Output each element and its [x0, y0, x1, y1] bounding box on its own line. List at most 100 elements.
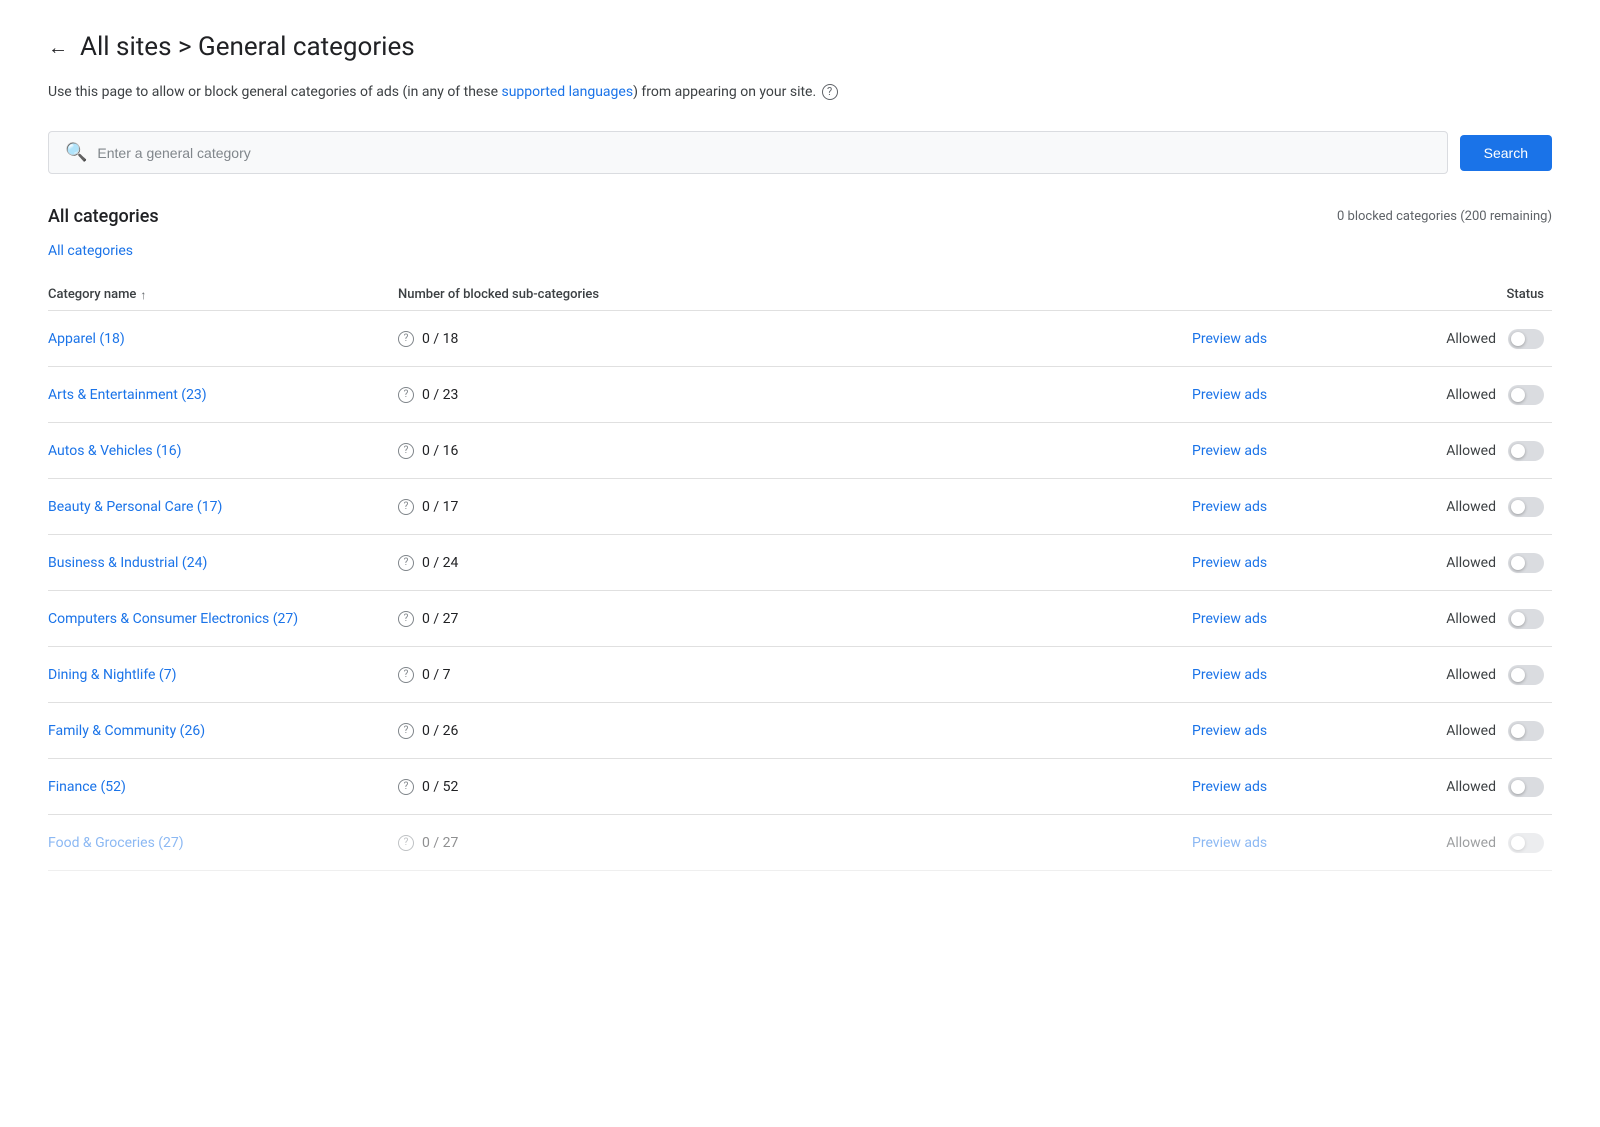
search-row: 🔍 Search [48, 131, 1552, 174]
category-name-cell: Family & Community (26) [48, 723, 398, 739]
blocked-count-value: 0 / 24 [422, 555, 458, 571]
search-input[interactable] [97, 145, 1430, 161]
category-link[interactable]: Family & Community (26) [48, 723, 205, 739]
preview-cell: Preview ads [1192, 387, 1392, 403]
col-status-header: Status [1392, 287, 1552, 302]
category-link[interactable]: Apparel (18) [48, 331, 125, 347]
blocked-sub-cell: ? 0 / 52 [398, 779, 1192, 795]
info-icon[interactable]: ? [398, 443, 414, 459]
blocked-sub-cell: ? 0 / 27 [398, 611, 1192, 627]
info-icon[interactable]: ? [398, 555, 414, 571]
section-title: All categories [48, 206, 159, 227]
category-link[interactable]: Business & Industrial (24) [48, 555, 207, 571]
status-text: Allowed [1446, 723, 1496, 739]
back-button[interactable]: ← [48, 35, 68, 60]
blocked-count: 0 blocked categories (200 remaining) [1337, 209, 1552, 224]
all-categories-link[interactable]: All categories [48, 243, 133, 259]
blocked-sub-cell: ? 0 / 18 [398, 331, 1192, 347]
preview-cell: Preview ads [1192, 555, 1392, 571]
preview-ads-link[interactable]: Preview ads [1192, 499, 1267, 515]
status-cell: Allowed [1392, 329, 1552, 349]
preview-cell: Preview ads [1192, 499, 1392, 515]
category-link[interactable]: Dining & Nightlife (7) [48, 667, 176, 683]
preview-ads-link[interactable]: Preview ads [1192, 667, 1267, 683]
search-box: 🔍 [48, 131, 1448, 174]
help-icon[interactable]: ? [822, 84, 838, 100]
category-link[interactable]: Computers & Consumer Electronics (27) [48, 611, 298, 627]
toggle-switch[interactable] [1508, 833, 1544, 853]
preview-ads-link[interactable]: Preview ads [1192, 331, 1267, 347]
toggle-thumb [1511, 332, 1525, 346]
blocked-sub-cell: ? 0 / 26 [398, 723, 1192, 739]
table-row: Business & Industrial (24) ? 0 / 24 Prev… [48, 535, 1552, 591]
info-icon[interactable]: ? [398, 667, 414, 683]
category-name-cell: Autos & Vehicles (16) [48, 443, 398, 459]
preview-ads-link[interactable]: Preview ads [1192, 723, 1267, 739]
blocked-count-value: 0 / 27 [422, 611, 458, 627]
search-icon: 🔍 [65, 142, 87, 163]
status-cell: Allowed [1392, 833, 1552, 853]
toggle-switch[interactable] [1508, 497, 1544, 517]
preview-ads-link[interactable]: Preview ads [1192, 443, 1267, 459]
status-text: Allowed [1446, 667, 1496, 683]
category-link[interactable]: Beauty & Personal Care (17) [48, 499, 222, 515]
info-icon[interactable]: ? [398, 499, 414, 515]
status-cell: Allowed [1392, 721, 1552, 741]
page-title: All sites > General categories [80, 32, 415, 62]
toggle-thumb [1511, 612, 1525, 626]
blocked-sub-cell: ? 0 / 17 [398, 499, 1192, 515]
toggle-switch[interactable] [1508, 777, 1544, 797]
info-icon[interactable]: ? [398, 331, 414, 347]
category-name-cell: Beauty & Personal Care (17) [48, 499, 398, 515]
table-row: Food & Groceries (27) ? 0 / 27 Preview a… [48, 815, 1552, 871]
blocked-count-value: 0 / 18 [422, 331, 458, 347]
status-text: Allowed [1446, 443, 1496, 459]
category-link[interactable]: Food & Groceries (27) [48, 835, 184, 851]
preview-ads-link[interactable]: Preview ads [1192, 611, 1267, 627]
category-name-cell: Food & Groceries (27) [48, 835, 398, 851]
preview-ads-link[interactable]: Preview ads [1192, 835, 1267, 851]
status-cell: Allowed [1392, 385, 1552, 405]
blocked-count-value: 0 / 26 [422, 723, 458, 739]
preview-ads-link[interactable]: Preview ads [1192, 779, 1267, 795]
table-row: Family & Community (26) ? 0 / 26 Preview… [48, 703, 1552, 759]
sort-arrow-icon: ↑ [140, 288, 146, 302]
blocked-count-value: 0 / 52 [422, 779, 458, 795]
status-text: Allowed [1446, 835, 1496, 851]
category-link[interactable]: Arts & Entertainment (23) [48, 387, 207, 403]
toggle-thumb [1511, 388, 1525, 402]
toggle-switch[interactable] [1508, 553, 1544, 573]
toggle-switch[interactable] [1508, 665, 1544, 685]
info-icon[interactable]: ? [398, 387, 414, 403]
section-header: All categories 0 blocked categories (200… [48, 206, 1552, 227]
toggle-thumb [1511, 444, 1525, 458]
table-row: Beauty & Personal Care (17) ? 0 / 17 Pre… [48, 479, 1552, 535]
info-icon[interactable]: ? [398, 611, 414, 627]
category-link[interactable]: Finance (52) [48, 779, 126, 795]
category-name-cell: Finance (52) [48, 779, 398, 795]
toggle-switch[interactable] [1508, 441, 1544, 461]
info-icon[interactable]: ? [398, 723, 414, 739]
toggle-switch[interactable] [1508, 329, 1544, 349]
toggle-switch[interactable] [1508, 721, 1544, 741]
blocked-count-value: 0 / 27 [422, 835, 458, 851]
table-row: Autos & Vehicles (16) ? 0 / 16 Preview a… [48, 423, 1552, 479]
breadcrumb-row: ← All sites > General categories [48, 32, 1552, 62]
preview-ads-link[interactable]: Preview ads [1192, 387, 1267, 403]
preview-cell: Preview ads [1192, 835, 1392, 851]
toggle-thumb [1511, 836, 1525, 850]
blocked-sub-cell: ? 0 / 16 [398, 443, 1192, 459]
col-blocked-header: Number of blocked sub-categories [398, 287, 1192, 302]
category-link[interactable]: Autos & Vehicles (16) [48, 443, 182, 459]
preview-ads-link[interactable]: Preview ads [1192, 555, 1267, 571]
toggle-switch[interactable] [1508, 609, 1544, 629]
info-icon[interactable]: ? [398, 835, 414, 851]
toggle-thumb [1511, 556, 1525, 570]
search-button[interactable]: Search [1460, 135, 1552, 171]
info-icon[interactable]: ? [398, 779, 414, 795]
table-row: Computers & Consumer Electronics (27) ? … [48, 591, 1552, 647]
toggle-switch[interactable] [1508, 385, 1544, 405]
status-cell: Allowed [1392, 777, 1552, 797]
status-text: Allowed [1446, 555, 1496, 571]
supported-languages-link[interactable]: supported languages [501, 84, 633, 100]
